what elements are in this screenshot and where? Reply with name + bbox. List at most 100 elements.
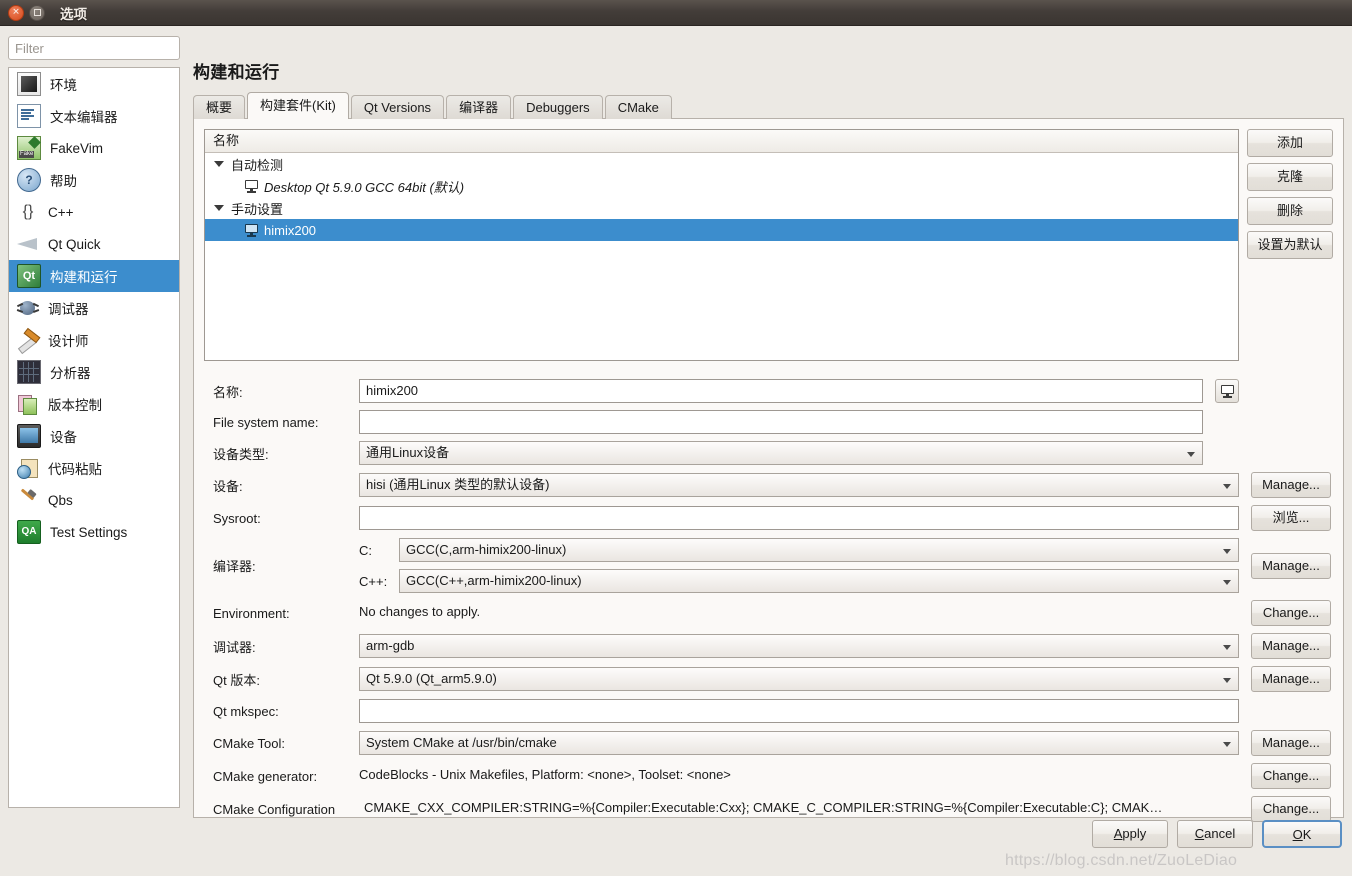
field-row-debugger: 调试器: arm-gdb Manage... (204, 633, 1333, 659)
maximize-icon[interactable] (29, 5, 45, 21)
qt-mkspec-input[interactable] (359, 699, 1239, 723)
tab-debuggers[interactable]: Debuggers (513, 95, 603, 119)
device-select[interactable]: hisi (通用Linux 类型的默认设备) (359, 473, 1239, 497)
sidebar-item-environment[interactable]: 环境 (9, 68, 179, 100)
sidebar-item-label: C++ (48, 205, 74, 220)
cmake-tool-select[interactable]: System CMake at /usr/bin/cmake (359, 731, 1239, 755)
sidebar-item-designer[interactable]: 设计师 (9, 324, 179, 356)
chevron-down-icon (1223, 645, 1231, 650)
ok-button[interactable]: OK (1262, 820, 1342, 848)
analyzer-icon (17, 360, 41, 384)
sidebar-item-devices[interactable]: 设备 (9, 420, 179, 452)
tree-kit-label: Desktop Qt 5.9.0 GCC 64bit (默认) (264, 177, 464, 196)
cmake-generator-change-button[interactable]: Change... (1251, 763, 1331, 789)
name-input[interactable]: himix200 (359, 379, 1203, 403)
sidebar-item-label: 版本控制 (48, 394, 102, 414)
close-icon[interactable]: ✕ (8, 5, 24, 21)
compiler-c-label: C: (359, 543, 399, 558)
test-settings-icon: QA (17, 520, 41, 544)
sidebar-item-qt-quick[interactable]: Qt Quick (9, 228, 179, 260)
sidebar-item-debugger[interactable]: 调试器 (9, 292, 179, 324)
sidebar-item-version-control[interactable]: 版本控制 (9, 388, 179, 420)
qt-version-value: Qt 5.9.0 (Qt_arm5.9.0) (366, 671, 497, 686)
kit-tree[interactable]: 名称 自动检测 Desktop Qt 5.9.0 GCC 64bit (默认) … (204, 129, 1239, 361)
table-row[interactable]: 手动设置 (205, 197, 1238, 219)
filter-input[interactable] (8, 36, 180, 60)
debugger-icon (17, 297, 39, 319)
tab-kits[interactable]: 构建套件(Kit) (247, 92, 349, 119)
field-row-device: 设备: hisi (通用Linux 类型的默认设备) Manage... (204, 472, 1333, 498)
device-manage-button[interactable]: Manage... (1251, 472, 1331, 498)
device-type-select[interactable]: 通用Linux设备 (359, 441, 1203, 465)
tab-bar: 概要 构建套件(Kit) Qt Versions 编译器 Debuggers C… (193, 93, 1344, 119)
sidebar-item-qbs[interactable]: Qbs (9, 484, 179, 516)
apply-button[interactable]: Apply (1092, 820, 1168, 848)
clone-kit-button[interactable]: 克隆 (1247, 163, 1333, 191)
debugger-select[interactable]: arm-gdb (359, 634, 1239, 658)
kit-detail-form: 名称: himix200 File system name: (204, 379, 1333, 822)
sysroot-input[interactable] (359, 506, 1239, 530)
chevron-down-icon[interactable] (214, 161, 224, 167)
device-icon-button[interactable] (1215, 379, 1239, 403)
text-editor-icon (17, 104, 41, 128)
field-row-sysroot: Sysroot: 浏览... (204, 505, 1333, 531)
qt-version-select[interactable]: Qt 5.9.0 (Qt_arm5.9.0) (359, 667, 1239, 691)
sidebar-category-list[interactable]: 环境 文本编辑器 Fake FakeVim ? 帮助 {} C++ (8, 67, 180, 808)
table-row[interactable]: Desktop Qt 5.9.0 GCC 64bit (默认) (205, 175, 1238, 197)
options-dialog: 环境 文本编辑器 Fake FakeVim ? 帮助 {} C++ (0, 26, 1352, 857)
chevron-down-icon[interactable] (214, 205, 224, 211)
qbs-icon (17, 489, 39, 511)
sidebar-item-label: 帮助 (50, 170, 77, 190)
remove-kit-button[interactable]: 删除 (1247, 197, 1333, 225)
chevron-down-icon (1187, 452, 1195, 457)
field-row-cmake-generator: CMake generator: CodeBlocks - Unix Makef… (204, 763, 1333, 789)
field-row-qt-mkspec: Qt mkspec: (204, 699, 1333, 723)
sidebar-item-test-settings[interactable]: QA Test Settings (9, 516, 179, 548)
main-panel: 构建和运行 概要 构建套件(Kit) Qt Versions 编译器 Debug… (190, 34, 1344, 819)
file-system-name-input[interactable] (359, 410, 1203, 434)
tab-qt-versions[interactable]: Qt Versions (351, 95, 444, 119)
table-row[interactable]: 自动检测 (205, 153, 1238, 175)
sidebar-item-label: Qt Quick (48, 237, 101, 252)
dialog-button-bar: Apply Cancel OK (0, 814, 1352, 857)
name-label: 名称: (204, 382, 359, 401)
debugger-manage-button[interactable]: Manage... (1251, 633, 1331, 659)
sidebar-item-code-paste[interactable]: 代码粘贴 (9, 452, 179, 484)
sysroot-label: Sysroot: (204, 511, 359, 526)
sidebar-item-analyzer[interactable]: 分析器 (9, 356, 179, 388)
cmake-tool-manage-button[interactable]: Manage... (1251, 730, 1331, 756)
compiler-manage-button[interactable]: Manage... (1251, 553, 1331, 579)
table-row[interactable]: himix200 (205, 219, 1238, 241)
tab-cmake[interactable]: CMake (605, 95, 672, 119)
field-row-environment: Environment: No changes to apply. Change… (204, 600, 1333, 626)
qt-version-manage-button[interactable]: Manage... (1251, 666, 1331, 692)
sidebar-item-label: 设计师 (48, 330, 89, 350)
sidebar-item-text-editor[interactable]: 文本编辑器 (9, 100, 179, 132)
add-kit-button[interactable]: 添加 (1247, 129, 1333, 157)
field-row-name: 名称: himix200 (204, 379, 1333, 403)
sidebar: 环境 文本编辑器 Fake FakeVim ? 帮助 {} C++ (8, 36, 180, 808)
cancel-button[interactable]: Cancel (1177, 820, 1253, 848)
tab-compilers[interactable]: 编译器 (446, 95, 511, 119)
qt-quick-icon (17, 233, 39, 255)
compiler-cxx-select[interactable]: GCC(C++,arm-himix200-linux) (399, 569, 1239, 593)
version-control-icon (17, 393, 39, 415)
sidebar-item-build-and-run[interactable]: Qt 构建和运行 (9, 260, 179, 292)
page-title: 构建和运行 (193, 58, 1344, 83)
environment-change-button[interactable]: Change... (1251, 600, 1331, 626)
sidebar-item-help[interactable]: ? 帮助 (9, 164, 179, 196)
sidebar-item-label: 调试器 (48, 298, 89, 318)
compiler-cxx-label: C++: (359, 574, 399, 589)
compiler-c-value: GCC(C,arm-himix200-linux) (406, 542, 566, 557)
make-default-button[interactable]: 设置为默认 (1247, 231, 1333, 259)
tree-group-label: 自动检测 (231, 155, 283, 174)
sysroot-browse-button[interactable]: 浏览... (1251, 505, 1331, 531)
sidebar-item-cpp[interactable]: {} C++ (9, 196, 179, 228)
chevron-down-icon (1223, 484, 1231, 489)
sidebar-item-label: 分析器 (50, 362, 91, 382)
sidebar-item-fakevim[interactable]: Fake FakeVim (9, 132, 179, 164)
environment-value: No changes to apply. (359, 601, 1239, 625)
tab-overview[interactable]: 概要 (193, 95, 245, 119)
sidebar-item-label: 文本编辑器 (50, 106, 118, 126)
compiler-c-select[interactable]: GCC(C,arm-himix200-linux) (399, 538, 1239, 562)
